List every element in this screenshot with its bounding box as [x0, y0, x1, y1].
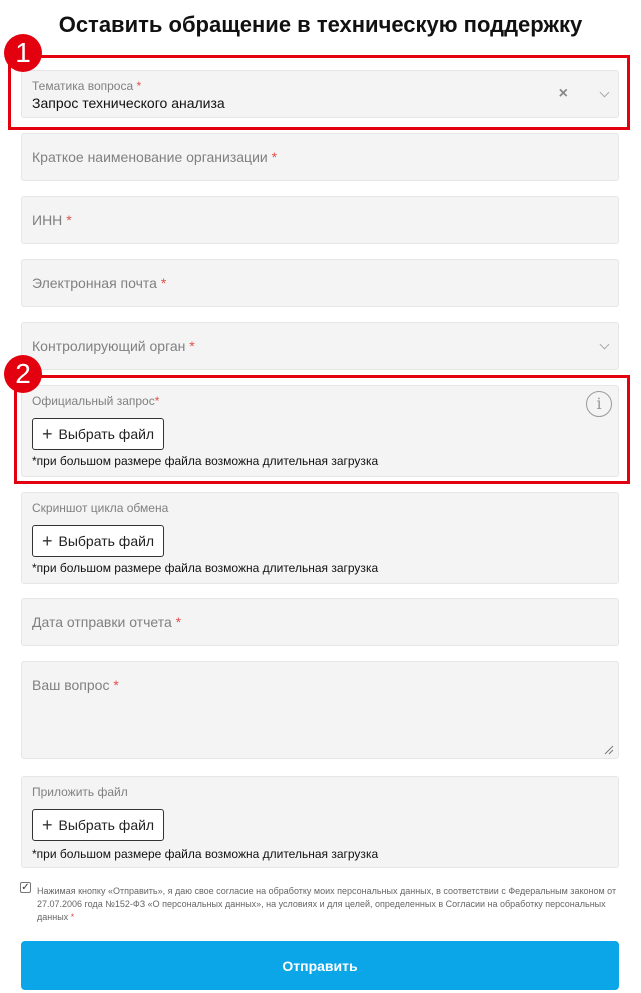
highlight-box-1	[8, 55, 630, 130]
attach-label: Приложить файл	[32, 785, 128, 799]
report-date-placeholder: Дата отправки отчета *	[32, 614, 182, 630]
submit-button[interactable]: Отправить	[21, 941, 619, 990]
upload-note: *при большом размере файла возможна длит…	[32, 561, 379, 575]
choose-file-label: Выбрать файл	[58, 817, 155, 833]
authority-select[interactable]: Контролирующий орган *	[21, 322, 619, 370]
org-name-input[interactable]: Краткое наименование организации *	[21, 133, 619, 181]
inn-placeholder: ИНН *	[32, 212, 72, 228]
report-date-input[interactable]: Дата отправки отчета *	[21, 598, 619, 646]
consent-text: Нажимая кнопку «Отправить», я даю свое с…	[37, 886, 617, 922]
upload-note: *при большом размере файла возможна длит…	[32, 847, 379, 861]
question-textarea[interactable]: Ваш вопрос *	[21, 661, 619, 759]
consent-checkbox[interactable]: ✓	[20, 882, 31, 893]
question-placeholder: Ваш вопрос *	[32, 677, 119, 693]
org-name-placeholder: Краткое наименование организации *	[32, 149, 278, 165]
authority-placeholder: Контролирующий орган *	[32, 338, 195, 354]
plus-icon: +	[42, 531, 53, 551]
page-title: Оставить обращение в техническую поддерж…	[58, 12, 583, 37]
annotation-badge-2: 2	[4, 355, 42, 393]
inn-input[interactable]: ИНН *	[21, 196, 619, 244]
choose-file-button[interactable]: + Выбрать файл	[32, 809, 165, 841]
annotation-badge-1: 1	[4, 34, 42, 72]
screenshot-label: Скриншот цикла обмена	[32, 501, 169, 515]
resize-handle-icon[interactable]	[604, 745, 614, 755]
email-placeholder: Электронная почта *	[32, 275, 167, 291]
choose-file-button[interactable]: + Выбрать файл	[32, 525, 165, 557]
attach-file-upload: Приложить файл + Выбрать файл *при больш…	[21, 776, 619, 868]
email-input[interactable]: Электронная почта *	[21, 259, 619, 307]
highlight-box-2	[14, 375, 630, 484]
screenshot-upload: Скриншот цикла обмена + Выбрать файл *пр…	[21, 492, 619, 584]
choose-file-label: Выбрать файл	[58, 533, 155, 549]
plus-icon: +	[42, 815, 53, 835]
chevron-down-icon[interactable]	[599, 339, 610, 350]
